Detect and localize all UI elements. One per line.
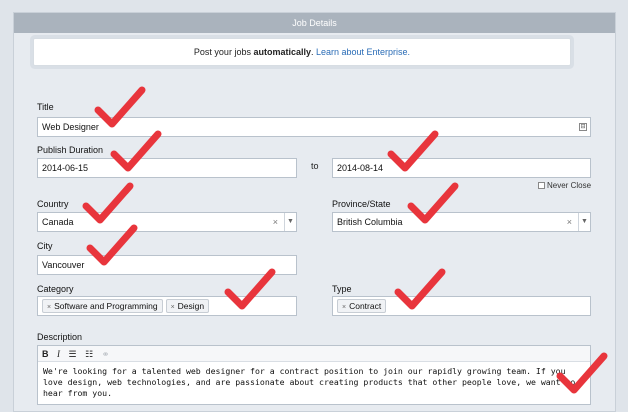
end-date-field[interactable]: 2014-08-14 [332,158,591,178]
start-date-value: 2014-06-15 [42,163,89,173]
enterprise-link[interactable]: Learn about Enterprise. [316,47,410,57]
never-close-label: Never Close [547,181,592,190]
clear-icon[interactable]: × [567,213,572,231]
category-tag[interactable]: × Design [165,299,210,313]
publish-duration-label: Publish Duration [37,145,104,155]
country-label: Country [37,199,69,209]
province-label: Province/State [332,199,391,209]
never-close-checkbox[interactable]: Never Close [538,181,591,190]
bullet-list-icon[interactable]: ☰ [69,349,77,359]
tag-label: Software and Programming [54,301,158,311]
tag-label: Design [177,301,205,311]
bold-button[interactable]: B [42,349,49,359]
field-expand-icon[interactable]: ⊟ [579,123,587,131]
title-value: Web Designer [42,122,99,132]
category-label: Category [37,284,74,294]
description-text[interactable]: We're looking for a talented web designe… [38,362,590,403]
title-label: Title [37,102,54,112]
province-value: British Columbia [337,217,403,227]
type-label: Type [332,284,352,294]
promo-bold: automatically [253,47,311,57]
province-select[interactable]: British Columbia × ▼ [332,212,591,232]
editor-toolbar: B I ☰ ☷ ⚭ [38,346,590,362]
end-date-value: 2014-08-14 [337,163,384,173]
chevron-down-icon[interactable]: ▼ [284,213,296,231]
checkbox-box[interactable] [538,182,545,189]
clear-icon[interactable]: × [273,213,278,231]
start-date-field[interactable]: 2014-06-15 [37,158,297,178]
remove-tag-icon[interactable]: × [171,304,175,311]
link-icon[interactable]: ⚭ [102,349,110,359]
numbered-list-icon[interactable]: ☷ [85,349,93,359]
italic-button[interactable]: I [57,349,60,359]
category-tag[interactable]: × Software and Programming [42,299,163,313]
chevron-down-icon[interactable]: ▼ [578,213,590,231]
description-label: Description [37,332,83,342]
city-field[interactable]: Vancouver [37,255,297,275]
to-label: to [311,161,319,171]
city-value: Vancouver [42,260,85,270]
title-field[interactable]: Web Designer ⊟ [37,117,591,137]
category-tag-input[interactable]: × Software and Programming × Design [37,296,297,316]
tag-label: Contract [349,301,382,311]
city-label: City [37,241,53,251]
enterprise-promo: Post your jobs automatically. Learn abou… [33,38,571,66]
type-tag-input[interactable]: × Contract [332,296,591,316]
remove-tag-icon[interactable]: × [47,304,51,311]
promo-text: Post your jobs [193,47,254,57]
country-select[interactable]: Canada × ▼ [37,212,297,232]
description-editor[interactable]: B I ☰ ☷ ⚭ We're looking for a talented w… [37,345,591,405]
remove-tag-icon[interactable]: × [342,304,346,311]
panel-header: Job Details [14,13,615,33]
type-tag[interactable]: × Contract [337,299,387,313]
country-value: Canada [42,217,74,227]
